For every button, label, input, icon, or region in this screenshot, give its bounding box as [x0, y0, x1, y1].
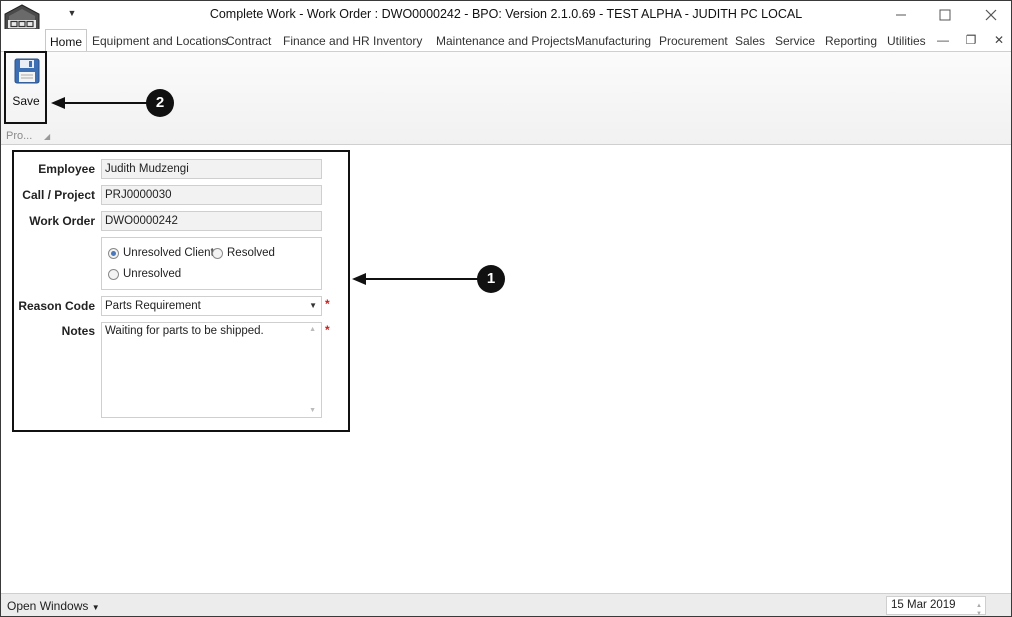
date-value: 15 Mar 2019 — [891, 599, 956, 611]
tab-contract[interactable]: Contract — [226, 29, 271, 51]
radio-unchecked-icon — [212, 247, 223, 259]
spin-down-icon[interactable]: ▼ — [976, 606, 982, 616]
radio-checked-icon — [108, 247, 119, 259]
notes-textarea[interactable]: Waiting for parts to be shipped. ▲ ▼ — [101, 322, 322, 418]
status-radio-group: Unresolved Client Resolved Unresolved — [101, 237, 322, 290]
tab-utilities[interactable]: Utilities — [887, 29, 926, 51]
ribbon-tab-bar: Home Equipment and Locations Contract Fi… — [1, 29, 1011, 51]
minimize-icon — [896, 14, 906, 16]
project-label: Call / Project — [22, 188, 95, 202]
close-icon — [985, 9, 997, 21]
scroll-down-icon[interactable]: ▼ — [309, 407, 316, 414]
reason-code-value: Parts Requirement — [105, 300, 201, 312]
tab-maintenance-and-projects[interactable]: Maintenance and Projects — [436, 29, 575, 51]
callout-arrow-line-2 — [63, 102, 147, 104]
work-order-field[interactable]: DWO0000242 — [101, 211, 322, 231]
notes-value: Waiting for parts to be shipped. — [105, 325, 264, 337]
group-launcher-icon[interactable]: ◢ — [44, 132, 50, 141]
required-marker: * — [325, 323, 330, 337]
work-order-label: Work Order — [29, 214, 95, 228]
close-button[interactable] — [977, 4, 1005, 26]
tab-finance-and-hr[interactable]: Finance and HR — [283, 29, 370, 51]
tab-service[interactable]: Service — [775, 29, 815, 51]
reason-code-select[interactable]: Parts Requirement ▼ — [101, 296, 322, 316]
radio-unchecked-icon — [108, 268, 119, 280]
notes-label: Notes — [61, 324, 95, 338]
callout-badge-1: 1 — [477, 265, 505, 293]
employee-field[interactable]: Judith Mudzengi — [101, 159, 322, 179]
maximize-button[interactable] — [931, 4, 959, 26]
tab-manufacturing[interactable]: Manufacturing — [575, 29, 651, 51]
project-field[interactable]: PRJ0000030 — [101, 185, 322, 205]
callout-badge-2: 2 — [146, 89, 174, 117]
mdi-minimize-icon[interactable]: — — [934, 32, 952, 48]
radio-unresolved[interactable]: Unresolved — [108, 268, 181, 280]
window-title: Complete Work - Work Order : DWO0000242 … — [209, 7, 803, 21]
mdi-close-icon[interactable]: ✕ — [990, 32, 1008, 48]
callout-arrow-line-1 — [364, 278, 478, 280]
reason-code-label: Reason Code — [18, 299, 95, 313]
mdi-restore-icon[interactable]: ❐ — [962, 32, 980, 48]
callout-highlight-save — [4, 51, 47, 124]
ribbon-group-label: Pro... — [6, 130, 33, 142]
radio-unresolved-client[interactable]: Unresolved Client — [108, 247, 214, 259]
tab-reporting[interactable]: Reporting — [825, 29, 877, 51]
chevron-down-icon: ▼ — [91, 603, 100, 612]
quick-access-dropdown-icon[interactable]: ▼ — [65, 6, 79, 20]
open-windows-menu[interactable]: Open Windows ▼ — [7, 599, 100, 613]
app-window: ▼ Complete Work - Work Order : DWO000024… — [0, 0, 1012, 617]
tab-procurement[interactable]: Procurement — [659, 29, 728, 51]
open-windows-label: Open Windows — [7, 599, 89, 613]
radio-label: Unresolved — [123, 268, 182, 280]
tab-equipment-and-locations[interactable]: Equipment and Locations — [92, 29, 227, 51]
required-marker: * — [325, 297, 330, 311]
scroll-up-icon[interactable]: ▲ — [309, 326, 316, 333]
title-bar: ▼ Complete Work - Work Order : DWO000024… — [1, 1, 1011, 44]
employee-label: Employee — [38, 162, 95, 176]
maximize-icon — [939, 9, 951, 21]
radio-label: Unresolved Client — [123, 247, 214, 259]
dropdown-arrow-icon[interactable]: ▼ — [309, 297, 317, 315]
tab-home[interactable]: Home — [45, 29, 88, 51]
radio-label: Resolved — [227, 247, 275, 259]
status-bar: Open Windows ▼ 15 Mar 2019 ▲ ▼ — [1, 593, 1011, 616]
radio-resolved[interactable]: Resolved — [212, 247, 275, 259]
date-field[interactable]: 15 Mar 2019 ▲ ▼ — [886, 596, 986, 616]
tab-sales[interactable]: Sales — [735, 29, 765, 51]
tab-inventory[interactable]: Inventory — [373, 29, 422, 51]
minimize-button[interactable] — [887, 4, 915, 26]
